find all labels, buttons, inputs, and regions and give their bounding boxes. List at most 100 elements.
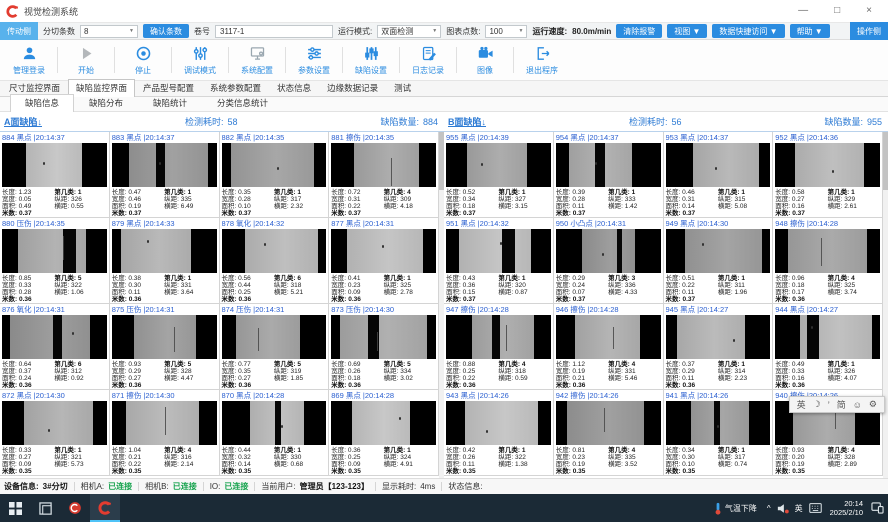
defect-meters: 米数: 0.36	[331, 382, 383, 389]
defect-cell-header: 879 黑点 |20:14:33	[112, 219, 217, 229]
defect-cell[interactable]: 954 黑点 |20:14:37长度: 0.39宽度: 0.28面积: 0.11…	[554, 132, 664, 218]
defect-mark	[832, 170, 834, 173]
panel-title[interactable]: B面缺陷↓	[448, 115, 486, 128]
defect-area: 面积: 0.19	[556, 461, 608, 468]
defect-image	[222, 143, 327, 187]
toolbar-button-stop[interactable]: 停止	[116, 40, 170, 80]
defect-area: 面积: 0.16	[775, 375, 827, 382]
tab-测试[interactable]: 测试	[386, 79, 419, 96]
data-quick-access-menu-button[interactable]: 数据快捷访问 ▼	[712, 24, 784, 38]
task-view-icon[interactable]	[30, 494, 60, 522]
defect-cell[interactable]: 872 黑点 |20:14:30长度: 0.33宽度: 0.27面积: 0.09…	[0, 390, 110, 476]
subtab-缺陷统计[interactable]: 缺陷统计	[138, 94, 202, 111]
subtab-缺陷信息[interactable]: 缺陷信息	[10, 94, 74, 112]
toolbar-button-sliders-v[interactable]: 缺陷设置	[344, 40, 398, 80]
notification-center-icon[interactable]	[871, 502, 884, 514]
toolbar-button-play[interactable]: 开始	[59, 40, 113, 80]
help-menu-button[interactable]: 帮助 ▼	[790, 24, 830, 38]
defect-cell[interactable]: 941 黑点 |20:14:26长度: 0.34宽度: 0.30面积: 0.10…	[664, 390, 774, 476]
defect-cell[interactable]: 943 黑点 |20:14:26长度: 0.42宽度: 0.26面积: 0.11…	[444, 390, 554, 476]
defect-cell[interactable]: 955 黑点 |20:14:39长度: 0.52宽度: 0.34面积: 0.18…	[444, 132, 554, 218]
panel-scrollbar[interactable]	[883, 132, 888, 478]
ime-simplified-toggle[interactable]: 简	[837, 398, 846, 411]
tab-边缘数据记录[interactable]: 边缘数据记录	[319, 79, 386, 96]
ime-lang-toggle[interactable]: 英	[797, 398, 806, 411]
defect-cell[interactable]: 950 小凸点 |20:14:31长度: 0.29宽度: 0.24面积: 0.0…	[554, 218, 664, 304]
defect-cell[interactable]: 884 黑点 |20:14:37长度: 1.23宽度: 0.05面积: 0.49…	[0, 132, 110, 218]
drive-side-button[interactable]: 传动侧	[0, 22, 38, 40]
toolbar-button-exit[interactable]: 退出程序	[515, 40, 569, 80]
defect-cell[interactable]: 875 压伤 |20:14:31长度: 0.93宽度: 0.29面积: 0.27…	[110, 304, 220, 390]
panel-header: A面缺陷↓检测耗时:58缺陷数量:884	[0, 112, 444, 132]
defect-cell-header: 953 黑点 |20:14:37	[666, 133, 771, 143]
minimize-button[interactable]: —	[798, 6, 808, 16]
confirm-count-button[interactable]: 确认条数	[143, 24, 189, 38]
defect-cell[interactable]: 944 黑点 |20:14:27长度: 0.49宽度: 0.33面积: 0.16…	[773, 304, 883, 390]
volume-icon[interactable]	[777, 503, 789, 514]
defect-cell[interactable]: 947 擦伤 |20:14:28长度: 0.88宽度: 0.25面积: 0.22…	[444, 304, 554, 390]
ime-settings-icon[interactable]: ⚙	[869, 399, 877, 410]
defect-info: 长度: 0.96宽度: 0.18面积: 0.17米数: 0.36第几类: 4纵距…	[775, 273, 880, 303]
defect-cell[interactable]: 881 擦伤 |20:14:35长度: 0.72宽度: 0.31面积: 0.22…	[329, 132, 439, 218]
chart-points-select[interactable]: 100▼	[485, 25, 527, 38]
defect-meters: 米数: 0.36	[112, 382, 164, 389]
defect-cell[interactable]: 949 黑点 |20:14:30长度: 0.51宽度: 0.22面积: 0.11…	[664, 218, 774, 304]
defect-cell[interactable]: 880 压伤 |20:14:35长度: 0.85宽度: 0.33面积: 0.28…	[0, 218, 110, 304]
toolbar-button-camera[interactable]: 图像	[458, 40, 512, 80]
start-button[interactable]	[0, 494, 30, 522]
roll-number-label: 卷号	[194, 26, 210, 37]
run-mode-select[interactable]: 双面检测▼	[377, 25, 441, 38]
defect-cell[interactable]: 873 压伤 |20:14:30长度: 0.69宽度: 0.26面积: 0.18…	[329, 304, 439, 390]
defect-cell[interactable]: 876 氧化 |20:14:31长度: 0.64宽度: 0.37面积: 0.24…	[0, 304, 110, 390]
toolbar-button-user[interactable]: 管理登录	[2, 40, 56, 80]
slit-count-select[interactable]: 8▼	[80, 25, 138, 38]
ime-language-indicator[interactable]: 英	[795, 503, 803, 514]
clear-alarm-button[interactable]: 清除报警	[616, 24, 662, 38]
defect-cell[interactable]: 946 擦伤 |20:14:28长度: 1.12宽度: 0.19面积: 0.21…	[554, 304, 664, 390]
defect-cell[interactable]: 874 压伤 |20:14:31长度: 0.77宽度: 0.35面积: 0.27…	[220, 304, 330, 390]
ime-punctuation-icon[interactable]: ’	[828, 400, 830, 410]
keyboard-icon[interactable]	[809, 503, 822, 513]
ime-fullhalf-icon[interactable]: ☽	[813, 399, 821, 410]
defect-area: 面积: 0.07	[556, 289, 608, 296]
defect-cell[interactable]: 870 黑点 |20:14:28长度: 0.44宽度: 0.32面积: 0.14…	[220, 390, 330, 476]
taskbar-app-icon-active[interactable]	[90, 494, 120, 522]
defect-cell[interactable]: 948 擦伤 |20:14:28长度: 0.96宽度: 0.18面积: 0.17…	[773, 218, 883, 304]
defect-class: 第几类: 1	[54, 447, 106, 454]
subtab-缺陷分布[interactable]: 缺陷分布	[74, 94, 138, 111]
defect-cell[interactable]: 871 擦伤 |20:14:30长度: 1.04宽度: 0.21面积: 0.22…	[110, 390, 220, 476]
taskbar-clock[interactable]: 20:14 2025/2/10	[828, 499, 865, 517]
defect-cell[interactable]: 883 黑点 |20:14:37长度: 0.47宽度: 0.46面积: 0.19…	[110, 132, 220, 218]
taskbar-app-icon[interactable]	[60, 494, 90, 522]
defect-length: 长度: 0.44	[222, 447, 274, 454]
defect-cell[interactable]: 945 黑点 |20:14:27长度: 0.37宽度: 0.29面积: 0.11…	[664, 304, 774, 390]
defect-cell[interactable]: 877 黑点 |20:14:31长度: 0.41宽度: 0.23面积: 0.09…	[329, 218, 439, 304]
scrollbar-thumb[interactable]	[883, 132, 888, 190]
toolbar-button-sliders-h[interactable]: 参数设置	[287, 40, 341, 80]
defect-cell[interactable]: 879 黑点 |20:14:33长度: 0.38宽度: 0.30面积: 0.11…	[110, 218, 220, 304]
toolbar-button-log[interactable]: 日志记录	[401, 40, 455, 80]
defect-cell[interactable]: 942 擦伤 |20:14:26长度: 0.81宽度: 0.23面积: 0.19…	[554, 390, 664, 476]
defect-cell[interactable]: 869 黑点 |20:14:28长度: 0.36宽度: 0.25面积: 0.09…	[329, 390, 439, 476]
view-menu-button[interactable]: 视图 ▼	[667, 24, 707, 38]
roll-number-input[interactable]: 3117-1	[215, 25, 333, 38]
toolbar-button-monitor[interactable]: 系统配置	[230, 40, 284, 80]
count-label: 缺陷数量:	[824, 117, 863, 127]
speed-value: 80.0m/min	[572, 27, 611, 36]
ime-emoji-icon[interactable]: ☺	[853, 400, 862, 410]
defect-cell[interactable]: 951 黑点 |20:14:32长度: 0.43宽度: 0.36面积: 0.15…	[444, 218, 554, 304]
defect-length: 长度: 0.38	[112, 275, 164, 282]
panel-title[interactable]: A面缺陷↓	[4, 115, 42, 128]
toolbar-button-tune[interactable]: 调试模式	[173, 40, 227, 80]
toolbar-separator	[456, 47, 457, 73]
defect-cell[interactable]: 953 黑点 |20:14:37长度: 0.46宽度: 0.31面积: 0.14…	[664, 132, 774, 218]
operate-side-button[interactable]: 操作侧	[850, 22, 888, 40]
weather-widget[interactable]: 气温下降	[710, 494, 761, 522]
close-button[interactable]: ×	[866, 6, 872, 16]
defect-cell[interactable]: 878 氧化 |20:14:32长度: 0.56宽度: 0.44面积: 0.25…	[220, 218, 330, 304]
defect-cell[interactable]: 882 黑点 |20:14:35长度: 0.35宽度: 0.28面积: 0.10…	[220, 132, 330, 218]
hidden-icons-chevron[interactable]: ^	[767, 504, 771, 513]
defect-cell[interactable]: 952 黑点 |20:14:36长度: 0.58宽度: 0.27面积: 0.16…	[773, 132, 883, 218]
maximize-button[interactable]: □	[834, 6, 840, 16]
subtab-分类信息统计[interactable]: 分类信息统计	[202, 94, 283, 111]
